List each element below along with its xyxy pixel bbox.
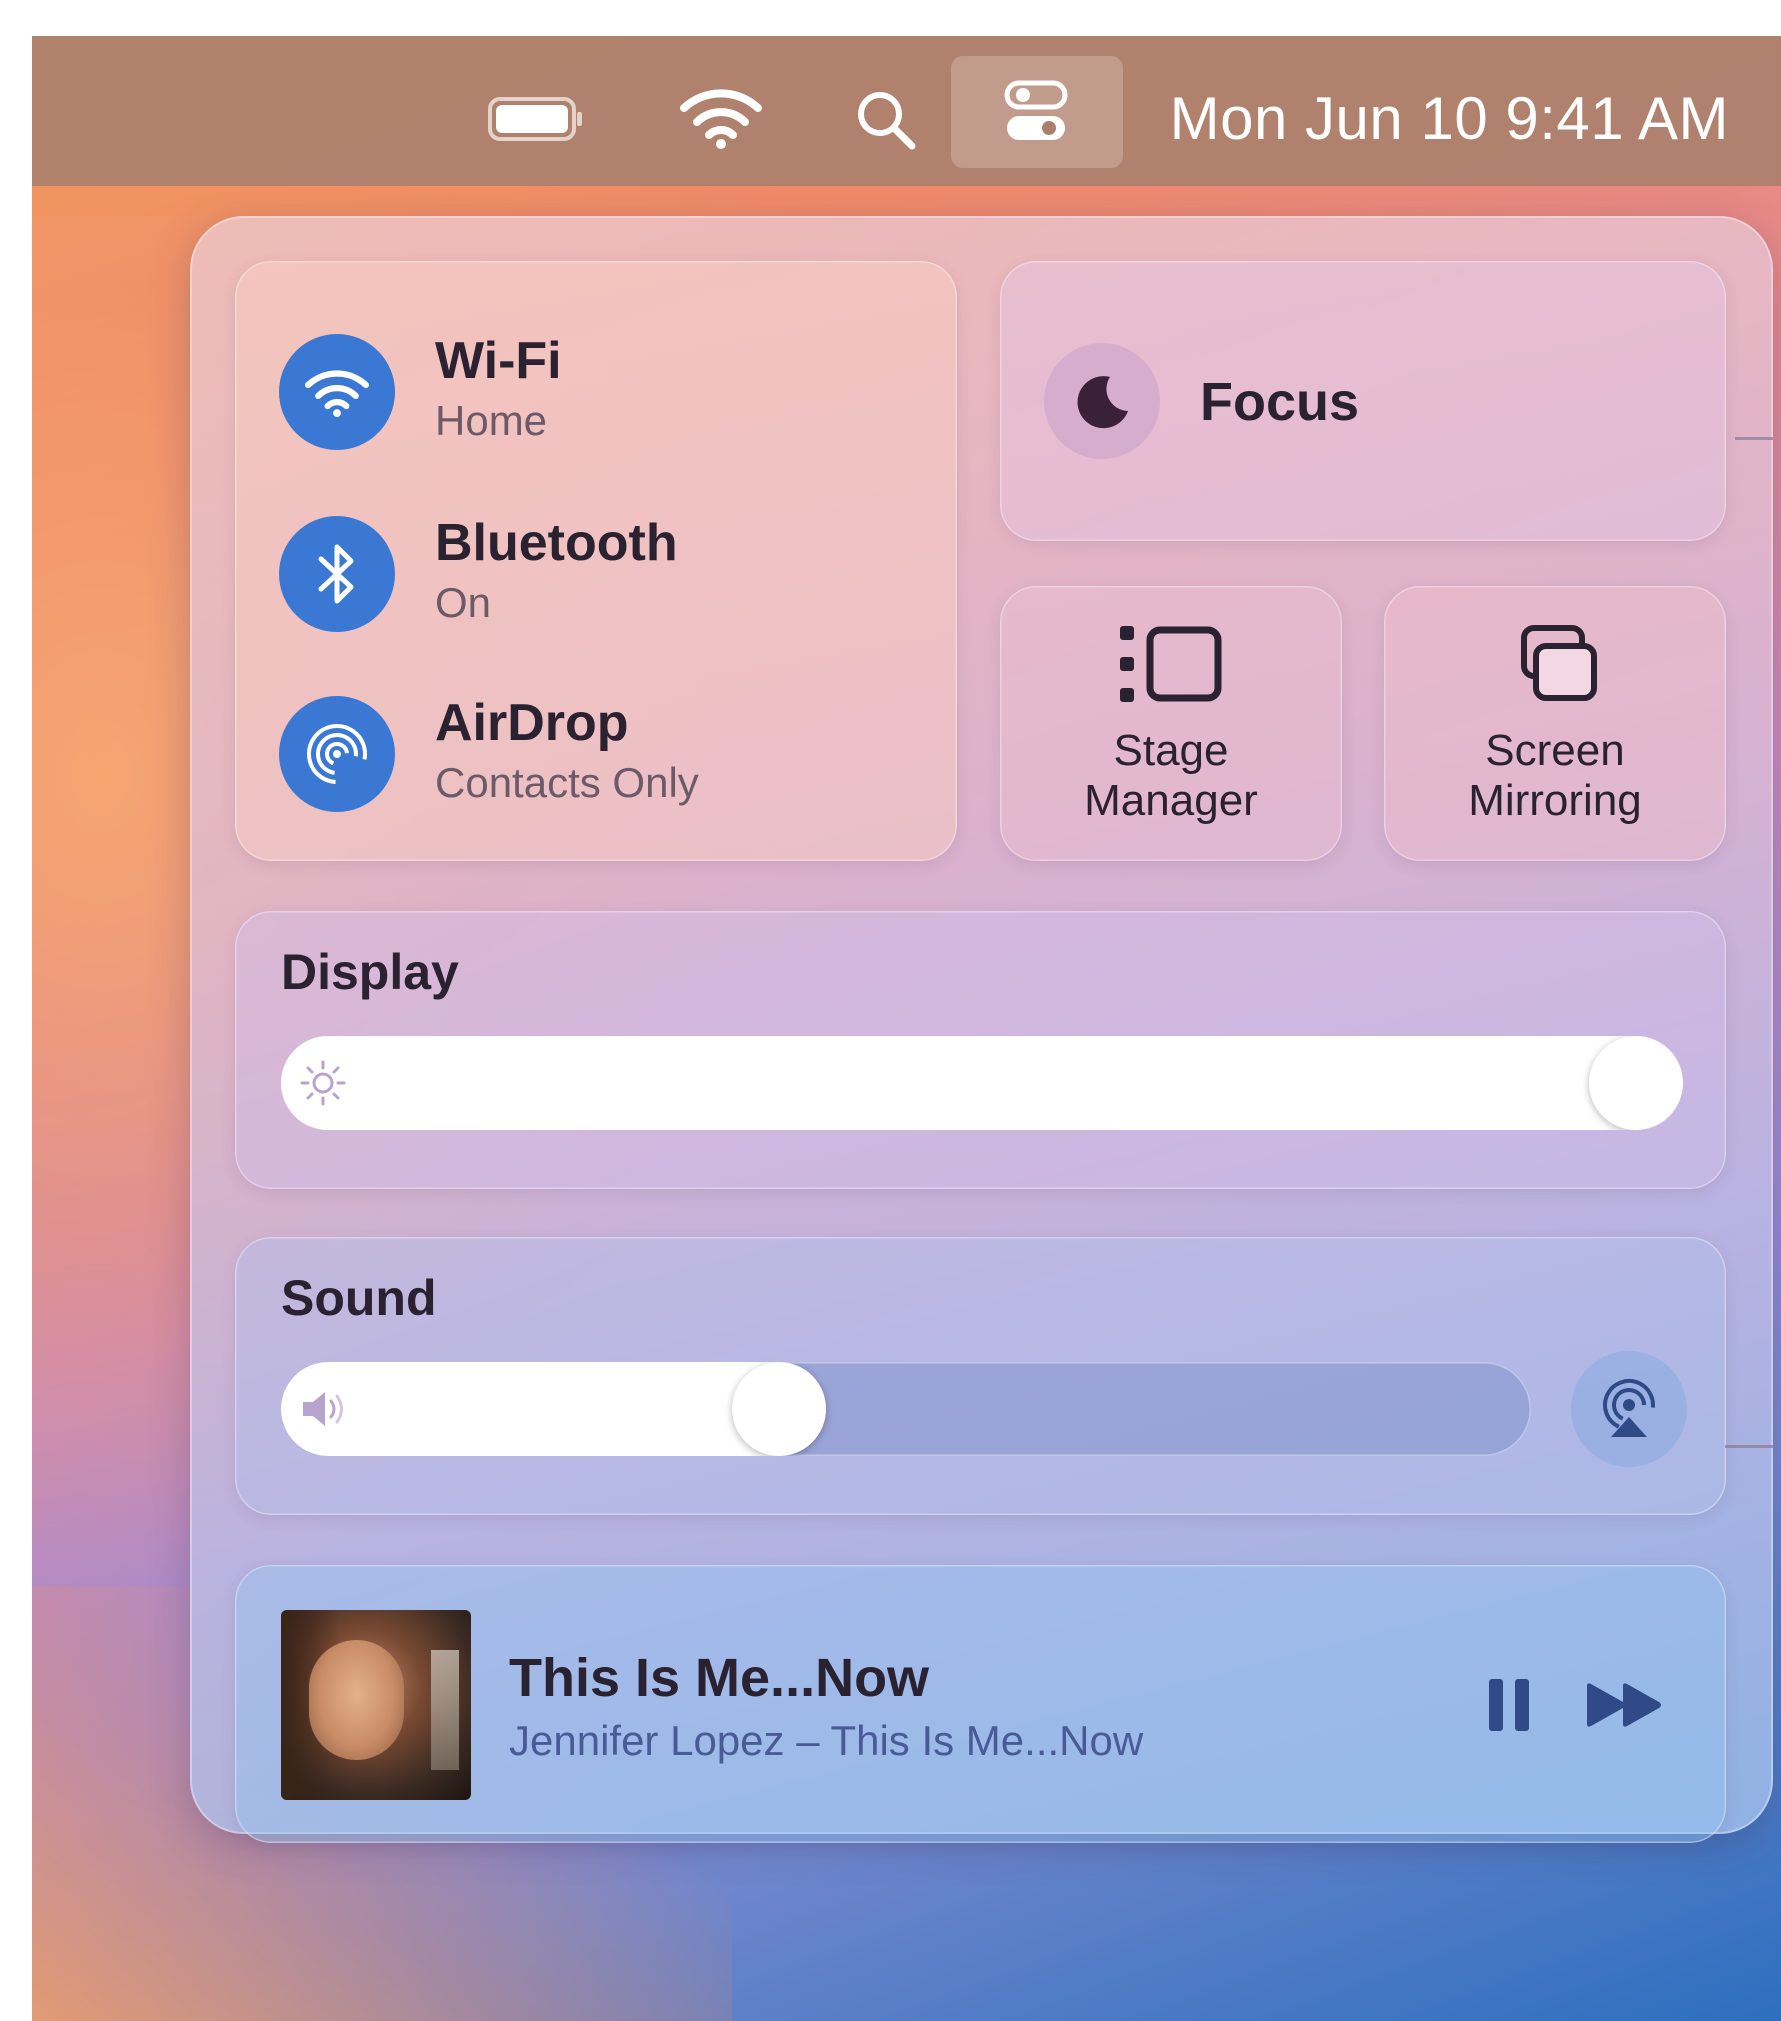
volume-slider[interactable] [281,1362,1531,1456]
album-art-text [431,1650,459,1770]
control-center-panel: Wi-Fi Home Bluetooth On AirDrop Contacts… [190,216,1773,1843]
stage-manager-button[interactable]: Stage Manager [1000,586,1342,861]
wifi-toggle[interactable] [279,334,395,450]
control-center-icon [1004,80,1068,140]
wifi-icon[interactable] [680,84,762,150]
battery-icon[interactable] [488,95,584,143]
now-playing-module[interactable]: This Is Me...Now Jennifer Lopez – This I… [235,1565,1726,1843]
bluetooth-toggle[interactable] [279,516,395,632]
control-center-button[interactable] [951,56,1123,168]
volume-slider-knob[interactable] [731,1362,826,1456]
track-artist-album: Jennifer Lopez – This Is Me...Now [509,1717,1144,1764]
wifi-title: Wi-Fi [435,332,562,390]
airdrop-status: Contacts Only [435,759,699,806]
focus-label: Focus [1200,372,1360,432]
pause-icon[interactable] [1485,1677,1533,1733]
menu-bar-clock[interactable]: Mon Jun 10 9:41 AM [1170,84,1729,154]
track-title: This Is Me...Now [509,1648,930,1708]
brightness-slider-knob[interactable] [1589,1036,1683,1130]
wifi-control[interactable]: Wi-Fi Home [279,329,919,450]
stage-manager-label: Stage Manager [1084,726,1258,825]
stage-manager-icon [1120,626,1222,702]
brightness-fill [281,1036,1683,1130]
sound-menu-divider [1725,1445,1773,1448]
search-icon[interactable] [854,88,918,152]
airdrop-title: AirDrop [435,694,629,752]
airdrop-control[interactable]: AirDrop Contacts Only [279,691,919,812]
focus-button[interactable]: Focus [1000,261,1726,541]
airplay-audio-button[interactable] [1571,1351,1687,1467]
bluetooth-icon [318,544,354,604]
focus-menu-divider [1735,437,1773,440]
display-title: Display [281,944,459,1000]
screen-mirroring-icon [1521,625,1597,701]
brightness-slider[interactable] [281,1036,1683,1130]
wifi-icon [305,370,369,417]
connectivity-module: Wi-Fi Home Bluetooth On AirDrop Contacts… [235,261,957,861]
bluetooth-title: Bluetooth [435,514,678,572]
focus-toggle[interactable] [1044,343,1160,459]
bluetooth-status: On [435,579,492,626]
wifi-network-name: Home [435,397,548,444]
moon-icon [1077,376,1128,429]
speaker-icon [303,1392,343,1426]
forward-icon[interactable] [1585,1682,1663,1728]
screen-mirroring-label: Screen Mirroring [1468,726,1642,825]
screen-mirroring-button[interactable]: Screen Mirroring [1384,586,1726,861]
airplay-audio-icon [1603,1379,1655,1437]
album-art-face [309,1640,404,1760]
album-art[interactable] [281,1610,471,1800]
airdrop-icon [307,724,367,784]
desktop: Mon Jun 10 9:41 AM Wi-Fi Home Bluetooth … [32,36,1781,2021]
sun-icon [300,1060,346,1106]
bluetooth-control[interactable]: Bluetooth On [279,511,919,632]
airdrop-toggle[interactable] [279,696,395,812]
sound-module: Sound [235,1237,1726,1515]
display-module: Display [235,911,1726,1189]
sound-title: Sound [281,1270,437,1326]
menu-bar: Mon Jun 10 9:41 AM [32,36,1781,186]
